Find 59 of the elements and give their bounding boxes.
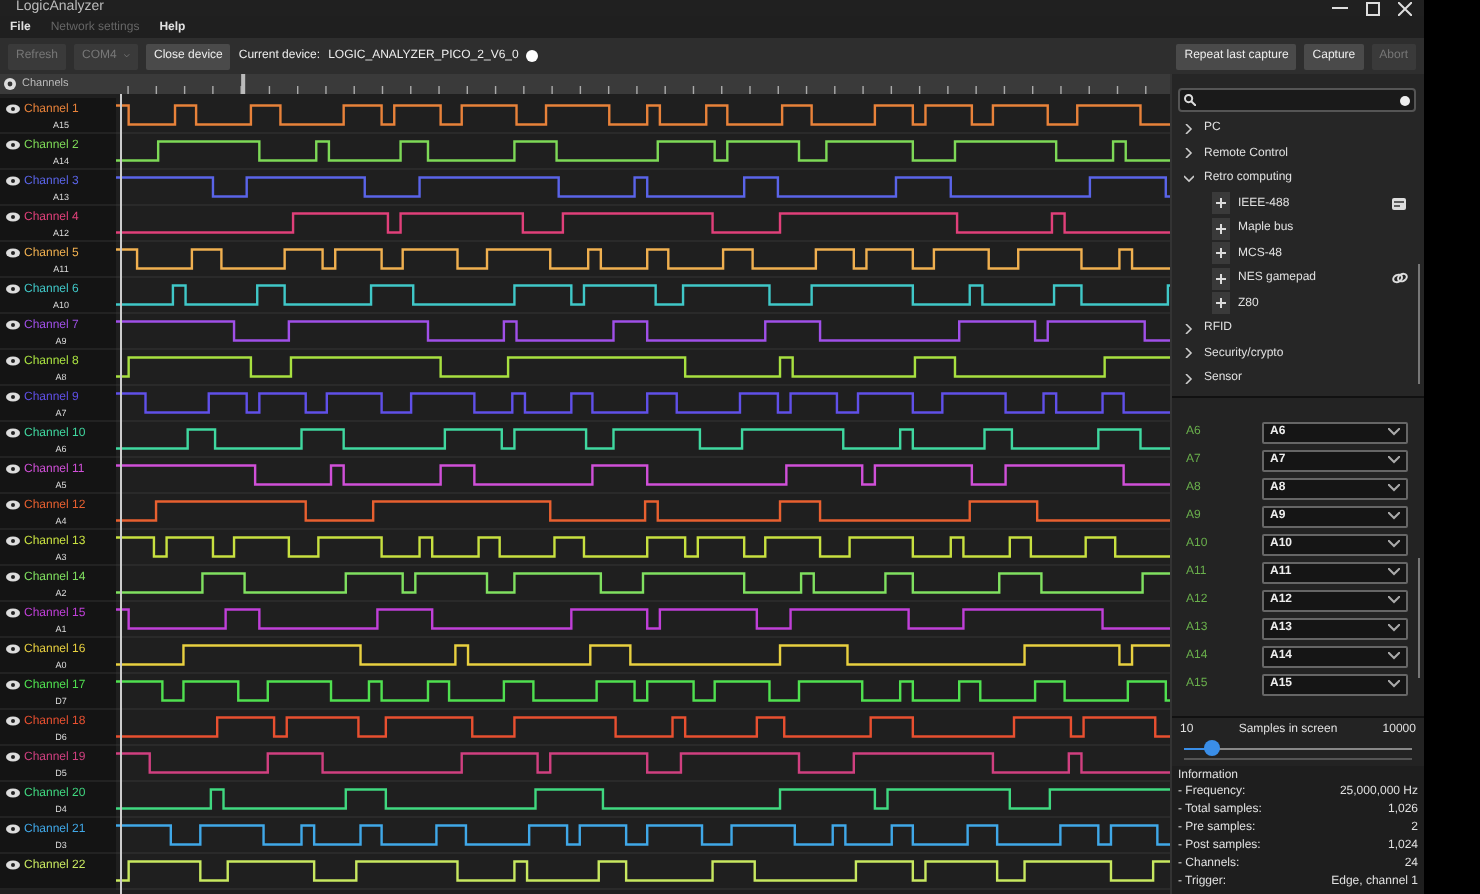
eye-icon[interactable] <box>6 320 20 330</box>
close-icon[interactable] <box>1398 1 1412 15</box>
chevron-icon[interactable] <box>1184 373 1194 384</box>
eye-icon[interactable] <box>6 608 20 618</box>
document-icon <box>1392 197 1406 210</box>
eye-icon[interactable] <box>6 140 20 150</box>
chevron-icon <box>1388 512 1400 521</box>
chevron-icon[interactable] <box>1184 348 1194 359</box>
plus-icon <box>1216 273 1226 284</box>
plus-icon <box>1216 223 1226 234</box>
search-icon <box>1184 94 1196 106</box>
add-button[interactable] <box>1212 192 1230 215</box>
eye-icon[interactable] <box>6 248 20 258</box>
eye-icon[interactable] <box>6 356 20 366</box>
clear-icon[interactable] <box>1400 95 1410 105</box>
chevron-icon <box>1388 652 1400 661</box>
chevron-icon <box>1388 484 1400 493</box>
eye-icon[interactable] <box>6 536 20 546</box>
add-button[interactable] <box>1212 292 1230 315</box>
plus-icon <box>1216 248 1226 259</box>
chevron-icon <box>1388 568 1400 577</box>
chevron-icon <box>1388 680 1400 689</box>
chevron-icon <box>1388 596 1400 605</box>
eye-icon[interactable] <box>6 572 20 582</box>
eye-icon[interactable] <box>6 500 20 510</box>
eye-icon[interactable] <box>6 860 20 870</box>
eye-icon[interactable] <box>6 176 20 186</box>
eye-icon[interactable] <box>6 212 20 222</box>
eye-icon[interactable] <box>6 752 20 762</box>
eye-icon[interactable] <box>6 104 20 114</box>
plus-icon <box>1216 198 1226 209</box>
eye-icon[interactable] <box>6 644 20 654</box>
eye-icon[interactable] <box>6 464 20 474</box>
chevron-icon <box>1388 624 1400 633</box>
chevron-icon <box>1388 456 1400 465</box>
chevron-icon[interactable] <box>1184 173 1194 184</box>
plus-icon <box>1216 298 1226 309</box>
eye-icon[interactable] <box>6 824 20 834</box>
chevron-icon[interactable] <box>1184 123 1194 134</box>
eye-icon[interactable] <box>6 716 20 726</box>
eye-icon[interactable] <box>6 680 20 690</box>
slider-thumb[interactable] <box>1203 740 1220 756</box>
add-button[interactable] <box>1212 217 1230 240</box>
maximize-icon[interactable] <box>1366 1 1380 15</box>
eye-icon[interactable] <box>6 392 20 402</box>
eye-icon[interactable] <box>6 284 20 294</box>
eye-icon[interactable] <box>4 78 16 90</box>
chevron-icon[interactable] <box>1184 148 1194 159</box>
eye-icon[interactable] <box>6 428 20 438</box>
chevron-icon[interactable] <box>1184 323 1194 334</box>
add-button[interactable] <box>1212 267 1230 290</box>
minimize-icon[interactable] <box>1332 2 1348 14</box>
link-icon <box>1392 272 1408 285</box>
search-field[interactable] <box>1178 88 1416 112</box>
chevron-icon <box>1388 428 1400 437</box>
chevron-icon <box>1388 540 1400 549</box>
eye-icon[interactable] <box>6 788 20 798</box>
add-button[interactable] <box>1212 242 1230 265</box>
status-icon <box>526 50 539 62</box>
